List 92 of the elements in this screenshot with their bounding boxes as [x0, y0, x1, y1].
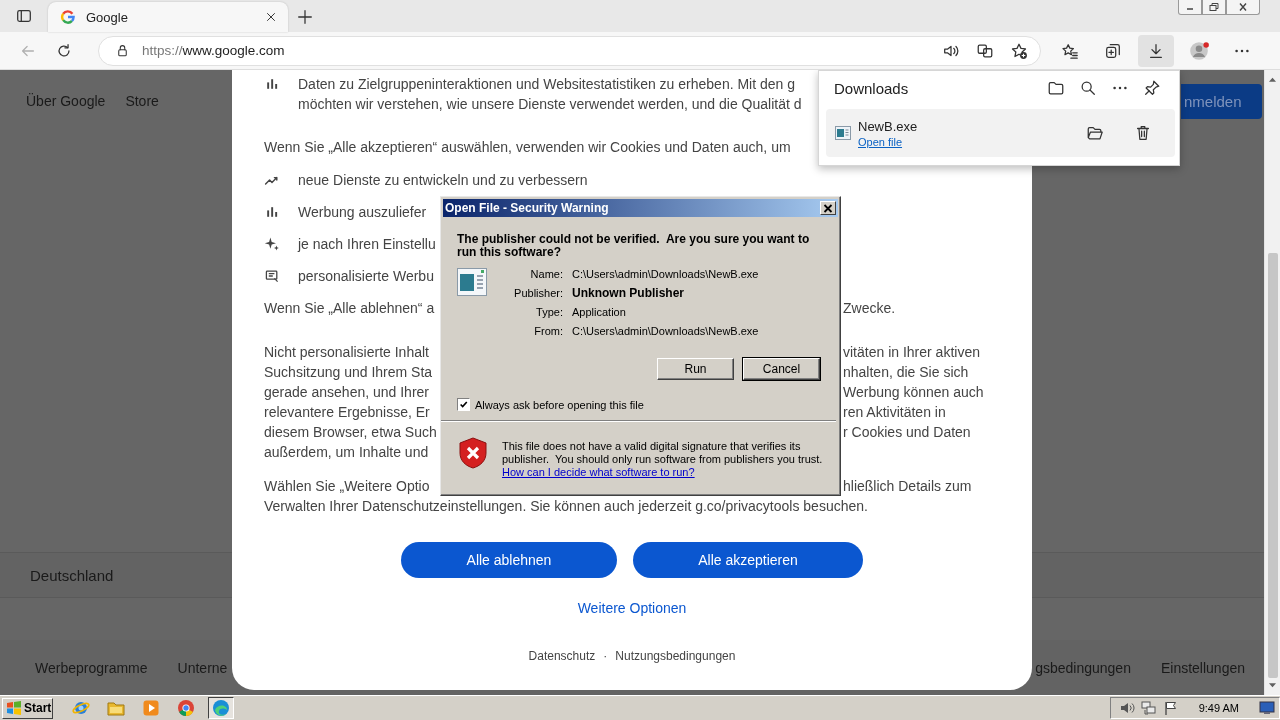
sparkle-icon [264, 236, 280, 252]
paragraph-text: außerdem, um Inhalte und [264, 444, 429, 460]
trash-icon[interactable] [1134, 124, 1152, 142]
scroll-thumb[interactable] [1267, 253, 1278, 678]
paragraph-text: je nach Ihren Einstellu [298, 236, 436, 252]
paragraph-text: vitäten in Ihrer aktiven [843, 343, 981, 362]
paragraph-text: diesem Browser, etwa Such [264, 423, 438, 442]
network-icon[interactable] [1140, 700, 1157, 716]
field-label: Type: [535, 305, 563, 318]
field-value: Unknown Publisher [572, 285, 685, 300]
more-options-link[interactable]: Weitere Optionen [577, 598, 687, 618]
field-label: From: [533, 324, 563, 337]
field-value: C:\Users\admin\Downloads\NewB.exe [572, 267, 760, 280]
show-desktop-icon[interactable] [1259, 700, 1275, 716]
paragraph-text: r Cookies und Daten [843, 423, 972, 442]
address-bar[interactable]: https://www.google.com [98, 35, 1041, 66]
restore-icon[interactable] [1208, 2, 1220, 12]
search-icon[interactable] [1079, 79, 1097, 97]
tab-actions-icon[interactable] [15, 7, 33, 25]
paragraph-text: möchten wir verstehen, wie unsere Dienste verwendet werden, und die Qualität d [298, 96, 802, 112]
panel-title: Downloads [834, 79, 910, 97]
paragraph-text: nhalten, die Sie sich [843, 363, 970, 382]
country-label: Deutschland [30, 566, 114, 584]
paragraph-text: Suchsitzung und Ihrem Sta [264, 363, 434, 382]
run-button[interactable]: Run [657, 358, 734, 380]
checkbox-label[interactable]: Always ask before opening this file [475, 398, 644, 411]
paragraph-text: Nicht personalisierte Inhalt [264, 343, 430, 362]
cancel-button[interactable]: Cancel [743, 358, 820, 380]
start-button[interactable]: Start [2, 697, 53, 719]
speaker-icon[interactable] [1118, 700, 1135, 716]
flag-logo-icon [6, 701, 22, 715]
article-icon [264, 268, 280, 284]
paragraph-text: Wenn Sie „Alle ablehnen“ a [264, 299, 436, 318]
close-button[interactable] [1226, 0, 1260, 15]
downloads-button[interactable] [1138, 34, 1174, 67]
paragraph-text: ren Aktivitäten in [843, 403, 947, 422]
paragraph-text: Wenn Sie „Alle akzeptieren“ auswählen, verwenden wir Cookies und Daten auch, um [264, 139, 791, 155]
scroll-down-icon[interactable] [1268, 682, 1277, 689]
dialog-title: Open File - Security Warning [445, 201, 610, 215]
scrollbar[interactable] [1264, 70, 1280, 695]
application-icon [457, 268, 487, 296]
minimize-button[interactable] [1178, 0, 1202, 15]
download-item[interactable]: NewB.exe Open file [826, 109, 1175, 157]
paragraph-text: Daten zu Zielgruppeninteraktionen und Websitestatistiken zu erheben. Mit den g [298, 76, 796, 92]
url-text[interactable]: https://www.google.com [142, 43, 930, 58]
file-name: NewB.exe [858, 118, 919, 134]
clock: 9:49 AM [1198, 702, 1239, 714]
field-label: Name: [529, 267, 563, 280]
file-icon [835, 126, 851, 140]
help-link[interactable]: How can I decide what software to run? [502, 466, 695, 478]
field-label: Publisher: [513, 286, 563, 299]
pin-icon[interactable] [1143, 79, 1161, 97]
paragraph-text: Zwecke. [843, 299, 896, 318]
dialog-question: The publisher could not be verified. Are you sure you want to run this software? [457, 233, 811, 259]
new-tab-icon[interactable] [296, 8, 314, 26]
downloads-icon[interactable] [1147, 41, 1165, 60]
profile-icon[interactable] [1188, 39, 1210, 62]
paragraph-text: personalisierte Werbu [298, 268, 434, 284]
open-file-link[interactable]: Open file [858, 135, 903, 148]
paragraph-text: hließlich Details zum [843, 477, 972, 496]
lock-icon[interactable] [115, 43, 130, 58]
paragraph-text: neue Dienste zu entwickeln und zu verbessern [298, 172, 588, 188]
field-value: Application [572, 305, 627, 318]
scroll-up-icon[interactable] [1268, 76, 1277, 83]
field-value: C:\Users\admin\Downloads\NewB.exe [572, 324, 760, 337]
restore-button[interactable] [1202, 0, 1226, 15]
folder-icon[interactable] [1047, 79, 1065, 97]
separator-dot: · [603, 648, 608, 665]
close-icon[interactable] [264, 10, 278, 24]
bar-chart-icon [264, 76, 280, 92]
flag-icon[interactable] [1162, 700, 1179, 716]
paragraph-text: relevantere Ergebnisse, Er [264, 403, 431, 422]
paragraph-text: Verwalten Ihrer Datenschutzeinstellungen. Sie können auch jederzeit g.co/privacytools besuchen. [264, 498, 868, 514]
warning-text: This file does not have a valid digital signature that verifies its publisher. You should only run software from publishers you trust. [502, 440, 824, 466]
footer-link[interactable]: Datenschutz [528, 646, 596, 666]
accept-all-button[interactable]: Alle akzeptieren [633, 542, 863, 578]
reject-all-button[interactable]: Alle ablehnen [401, 542, 617, 578]
folder-icon[interactable] [1086, 124, 1104, 142]
paragraph-text: Werbung können auch [843, 383, 984, 402]
favorites-icon[interactable] [1061, 41, 1079, 60]
add-favorite-icon[interactable] [1010, 41, 1028, 60]
checkbox[interactable] [457, 398, 470, 411]
paragraph-text: gerade ansehen, und Ihrer [264, 383, 430, 402]
collections-icon[interactable] [1104, 41, 1122, 60]
browser-tab[interactable]: Google [48, 2, 288, 32]
paragraph-text: Werbung auszuliefer [298, 204, 427, 220]
site-logo-icon [60, 9, 76, 25]
close-icon[interactable] [1237, 2, 1249, 12]
footer-link[interactable]: Nutzungsbedingungen [615, 646, 736, 666]
error-shield-icon [458, 436, 488, 470]
paragraph-text: Wählen Sie „Weitere Optio [264, 477, 431, 496]
bar-chart-icon [264, 204, 280, 220]
